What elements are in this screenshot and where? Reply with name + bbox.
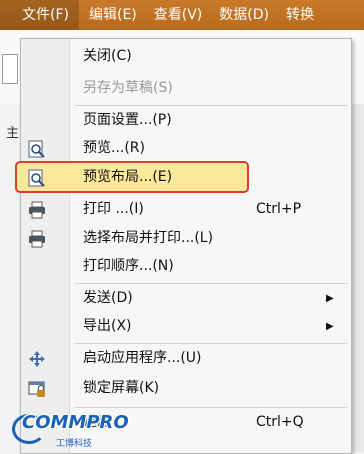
submenu-arrow-icon: ▶ xyxy=(326,293,334,304)
menu-item-label: 关闭(C) xyxy=(83,48,132,64)
preview-layout-icon xyxy=(27,168,47,188)
menu-edit[interactable]: 编辑(E) xyxy=(79,0,144,30)
menu-item-close[interactable]: 关闭(C) xyxy=(21,43,351,70)
logo-subtitle: 工博科技 xyxy=(56,439,93,449)
printer-icon xyxy=(27,229,47,249)
menu-item-lock-screen[interactable]: 锁定屏幕(K) xyxy=(21,375,351,402)
menu-item-select-layout-print[interactable]: 选择布局并打印...(L) xyxy=(21,225,351,252)
printer-icon xyxy=(27,200,47,220)
menu-separator xyxy=(75,407,347,408)
menu-item-print[interactable]: 打印 ...(I) Ctrl+P xyxy=(21,196,351,223)
menu-item-label: 预览...(R) xyxy=(83,140,146,156)
menu-item-label: 页面设置...(P) xyxy=(83,112,172,128)
left-panel: 主 xyxy=(0,104,22,452)
submenu-arrow-icon: ▶ xyxy=(326,321,334,332)
menu-item-label: 预览布局...(E) xyxy=(83,169,173,185)
menu-data[interactable]: 数据(D) xyxy=(209,0,276,30)
menu-item-preview[interactable]: 预览...(R) xyxy=(21,135,351,162)
menu-item-save-as-draft: 另存为草稿(S) xyxy=(21,75,351,102)
menu-item-page-setup[interactable]: 页面设置...(P) xyxy=(21,107,351,134)
menu-item-preview-layout[interactable]: 预览布局...(E) xyxy=(15,161,249,193)
menu-item-shortcut: Ctrl+P xyxy=(256,201,302,217)
menu-item-label: 选择布局并打印...(L) xyxy=(83,230,214,246)
logo-brand: COMMPRO xyxy=(22,412,129,433)
menu-item-export[interactable]: 导出(X) ▶ xyxy=(21,313,351,340)
right-panel xyxy=(350,104,364,452)
menu-item-label: 发送(D) xyxy=(83,290,133,306)
menu-separator xyxy=(75,283,347,284)
menu-item-label: 另存为草稿(S) xyxy=(83,80,173,96)
preview-icon xyxy=(27,139,47,159)
menu-file[interactable]: 文件(F) xyxy=(0,0,79,30)
menu-item-send[interactable]: 发送(D) ▶ xyxy=(21,285,351,312)
menu-item-shortcut: Ctrl+Q xyxy=(256,414,304,430)
menu-item-label: 锁定屏幕(K) xyxy=(83,380,160,396)
toolbar-button[interactable] xyxy=(2,54,18,84)
menu-item-label: 导出(X) xyxy=(83,318,132,334)
menu-bar: 文件(F) 编辑(E) 查看(V) 数据(D) 转换 xyxy=(0,0,364,30)
left-panel-label: 主 xyxy=(6,126,20,141)
menu-separator xyxy=(75,105,347,106)
menu-view[interactable]: 查看(V) xyxy=(144,0,210,30)
commpro-logo: COMMPRO 工博科技 xyxy=(12,410,129,450)
menu-item-print-order[interactable]: 打印顺序...(N) xyxy=(21,253,351,280)
launch-arrows-icon xyxy=(27,349,47,369)
menu-item-label: 打印 ...(I) xyxy=(83,201,144,217)
menu-item-start-app[interactable]: 启动应用程序...(U) xyxy=(21,345,351,372)
menu-separator xyxy=(75,343,347,344)
menu-item-label: 打印顺序...(N) xyxy=(83,258,174,274)
menu-convert[interactable]: 转换 xyxy=(276,0,321,30)
file-menu-dropdown: 关闭(C) 另存为草稿(S) 页面设置...(P) 预览...(R) 预览布局.… xyxy=(15,38,352,454)
lock-screen-icon xyxy=(27,379,47,399)
menu-item-label: 启动应用程序...(U) xyxy=(83,350,202,366)
